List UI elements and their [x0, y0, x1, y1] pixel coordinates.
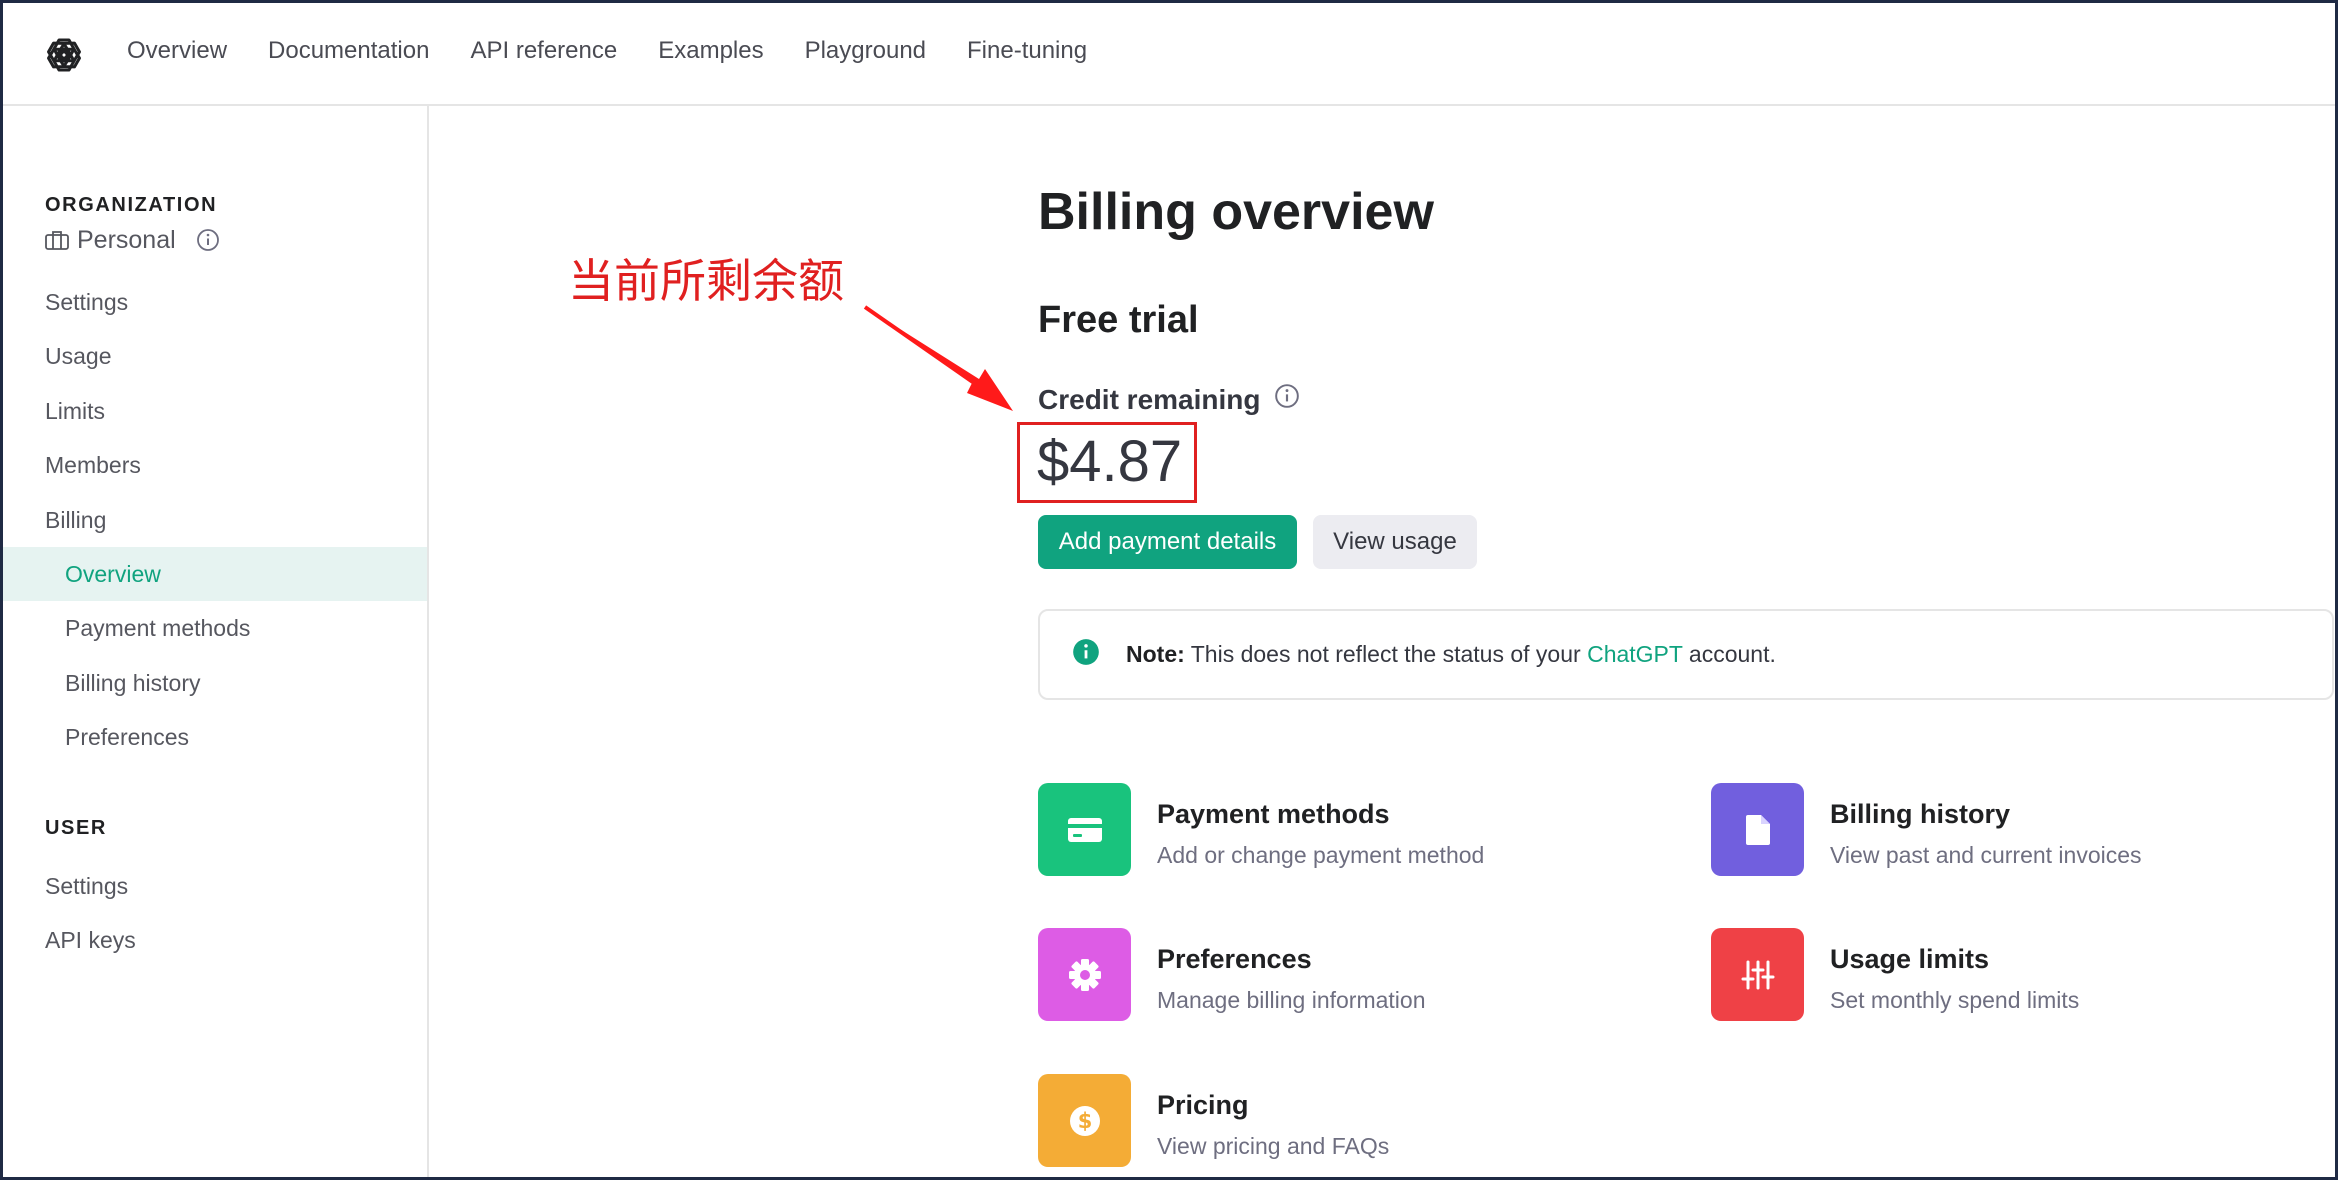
- nav-link-fine-tuning[interactable]: Fine-tuning: [967, 37, 1087, 65]
- sidebar-item-payment-methods[interactable]: Payment methods: [3, 601, 427, 655]
- note-text-after: account.: [1682, 641, 1776, 667]
- card-title: Preferences: [1157, 944, 1312, 974]
- sidebar-item-api-keys[interactable]: API keys: [3, 913, 427, 967]
- annotation-arrow-icon: [863, 305, 1013, 411]
- sliders-icon: [1711, 928, 1804, 1021]
- user-section-title: USER: [45, 817, 107, 839]
- card-subtitle: View past and current invoices: [1830, 842, 2142, 868]
- credit-label-text: Credit remaining: [1038, 383, 1261, 415]
- dollar-icon: $: [1038, 1074, 1131, 1167]
- annotation-label: 当前所剩余额: [568, 254, 844, 308]
- document-icon: [1711, 783, 1804, 876]
- nav-link-examples[interactable]: Examples: [658, 37, 763, 65]
- top-navigation: Overview Documentation API reference Exa…: [3, 3, 2335, 106]
- card-pricing[interactable]: $ Pricing View pricing and FAQs: [1038, 1074, 1389, 1167]
- plan-title: Free trial: [1038, 299, 1199, 341]
- note-bold-label: Note:: [1126, 641, 1185, 667]
- sidebar-item-user-settings[interactable]: Settings: [3, 859, 427, 913]
- sidebar-item-settings[interactable]: Settings: [3, 275, 427, 329]
- sidebar-item-billing-overview[interactable]: Overview: [3, 547, 427, 601]
- card-title: Payment methods: [1157, 799, 1390, 829]
- card-subtitle: View pricing and FAQs: [1157, 1133, 1390, 1159]
- briefcase-icon: [45, 230, 69, 250]
- nav-link-documentation[interactable]: Documentation: [268, 37, 429, 65]
- card-payment-methods[interactable]: Payment methods Add or change payment me…: [1038, 783, 1484, 876]
- gear-icon: [1038, 928, 1131, 1021]
- note-text: Note: This does not reflect the status o…: [1126, 641, 1776, 668]
- svg-text:$: $: [1077, 1109, 1092, 1133]
- credit-remaining-label: Credit remaining: [1038, 383, 1300, 416]
- card-title: Billing history: [1830, 799, 2011, 829]
- org-switcher[interactable]: Personal: [3, 220, 427, 260]
- view-usage-button[interactable]: View usage: [1313, 515, 1477, 569]
- openai-logo-icon[interactable]: [41, 32, 87, 78]
- card-title: Usage limits: [1830, 944, 1990, 974]
- card-subtitle: Manage billing information: [1157, 987, 1426, 1013]
- info-icon[interactable]: [1274, 383, 1300, 416]
- chatgpt-link[interactable]: ChatGPT: [1587, 641, 1682, 667]
- nav-links: Overview Documentation API reference Exa…: [127, 37, 1087, 65]
- nav-link-playground[interactable]: Playground: [805, 37, 926, 65]
- card-billing-history[interactable]: Billing history View past and current in…: [1711, 783, 2142, 876]
- page-title: Billing overview: [1038, 183, 1434, 241]
- sidebar-item-usage[interactable]: Usage: [3, 329, 427, 383]
- card-preferences[interactable]: Preferences Manage billing information: [1038, 928, 1426, 1021]
- info-icon[interactable]: [196, 228, 220, 252]
- note-banner: Note: This does not reflect the status o…: [1038, 609, 2334, 700]
- organization-section-title: ORGANIZATION: [45, 194, 218, 216]
- card-subtitle: Add or change payment method: [1157, 842, 1485, 868]
- note-text-before: This does not reflect the status of your: [1184, 641, 1588, 667]
- nav-link-overview[interactable]: Overview: [127, 37, 227, 65]
- sidebar-item-preferences[interactable]: Preferences: [3, 710, 427, 764]
- sidebar: ORGANIZATION Personal Settings Usage Lim…: [3, 106, 429, 1177]
- sidebar-item-limits[interactable]: Limits: [3, 384, 427, 438]
- add-payment-details-button[interactable]: Add payment details: [1038, 515, 1297, 569]
- nav-link-api-reference[interactable]: API reference: [470, 37, 617, 65]
- org-name: Personal: [77, 225, 176, 254]
- app-window: Overview Documentation API reference Exa…: [0, 0, 2338, 1180]
- info-filled-icon: [1072, 638, 1100, 672]
- sidebar-item-members[interactable]: Members: [3, 438, 427, 492]
- sidebar-item-billing-history[interactable]: Billing history: [3, 656, 427, 710]
- credit-card-icon: [1038, 783, 1131, 876]
- annotation-highlight-box: [1017, 422, 1197, 503]
- card-title: Pricing: [1157, 1090, 1249, 1120]
- card-usage-limits[interactable]: Usage limits Set monthly spend limits: [1711, 928, 2079, 1021]
- sidebar-item-billing[interactable]: Billing: [3, 493, 427, 547]
- card-subtitle: Set monthly spend limits: [1830, 987, 2080, 1013]
